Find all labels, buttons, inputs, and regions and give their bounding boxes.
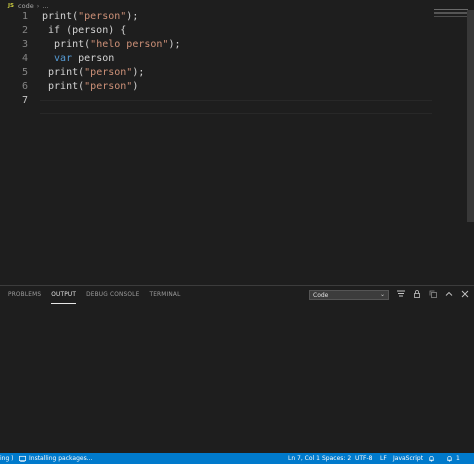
status-task[interactable]: Installing packages... [19,453,92,464]
code-text: if (person) { [42,25,126,36]
list-filter-icon[interactable] [396,289,406,299]
notification-count: 1 [456,455,460,462]
code-token: "person" [84,66,133,78]
code-text: print("person"); [42,11,138,22]
lock-icon[interactable] [412,289,422,299]
code-line[interactable]: 3 print("helo person"); [0,37,440,51]
status-encoding[interactable]: UTF-8 [355,453,373,464]
tab-debug-console[interactable]: DEBUG CONSOLE [86,290,139,304]
status-bar: ing ) Installing packages... Ln 7, Col 1… [0,453,474,464]
code-token: ) [132,80,139,92]
chevron-down-icon: ⌄ [379,291,385,298]
line-number: 2 [21,24,28,36]
code-token: var [42,52,73,64]
editor-scrollbar-thumb[interactable] [467,10,474,222]
code-token: print( [42,38,91,50]
code-token: ); [168,38,181,50]
tab-problems[interactable]: PROBLEMS [8,290,41,304]
code-line[interactable]: 1 print("person"); [0,9,440,23]
line-number: 7 [21,94,28,106]
code-line[interactable]: 4 var person [0,51,440,65]
sync-icon [19,455,26,462]
code-token: print( [42,66,85,78]
code-line[interactable]: 2 if (person) { [0,23,440,37]
code-token: "helo person" [90,38,169,50]
code-line[interactable]: 7 [0,93,440,107]
panel-tabs: PROBLEMS OUTPUT DEBUG CONSOLE TERMINAL [8,290,181,306]
output-channel-value: Code [313,291,329,299]
status-notifications[interactable]: 1 [446,453,460,464]
line-number: 4 [21,52,28,64]
status-left-fragment[interactable]: ing ) [0,453,14,464]
code-text: print("person") [42,81,138,92]
bottom-panel: PROBLEMS OUTPUT DEBUG CONSOLE TERMINAL C… [0,285,474,453]
copy-icon[interactable] [428,289,438,299]
line-number: 6 [21,80,28,92]
code-token: if (person) { [42,24,127,36]
code-text: print("helo person"); [42,38,181,50]
bell-icon [447,456,452,462]
status-eol[interactable]: LF [380,453,387,464]
code-token: print( [42,80,85,92]
code-token: "person" [84,80,133,92]
status-indentation[interactable]: Spaces: 2 [322,453,351,464]
code-editor[interactable]: 1 print("person"); 2 if (person) {3 print(… [0,8,474,285]
code-token: person [72,52,115,64]
code-token: ); [132,66,145,78]
code-token: print( [42,10,79,22]
chevron-up-icon[interactable] [444,289,454,299]
line-number: 5 [21,66,28,78]
status-language[interactable]: JavaScript [393,453,423,464]
status-cursor-position[interactable]: Ln 7, Col 1 [288,453,320,464]
line-number: 1 [21,10,28,22]
status-feedback[interactable] [428,453,438,464]
tab-terminal[interactable]: TERMINAL [149,290,180,304]
code-token: ); [126,10,139,22]
code-line[interactable]: 5 print("person"); [0,65,440,79]
code-line[interactable]: 6 print("person") [0,79,440,93]
code-token: "person" [78,10,127,22]
tab-output[interactable]: OUTPUT [51,290,77,304]
bell-dot-icon [429,456,434,462]
panel-actions [396,289,470,299]
code-text: var person [42,53,114,64]
vscode-window: JS code › ... 1 print("person"); 2 if (per… [0,0,474,464]
output-channel-select[interactable]: Code ⌄ [309,290,389,300]
code-text: print("person"); [42,67,144,78]
close-icon[interactable] [460,289,470,299]
status-task-label: Installing packages... [29,455,93,462]
line-number: 3 [21,38,28,50]
